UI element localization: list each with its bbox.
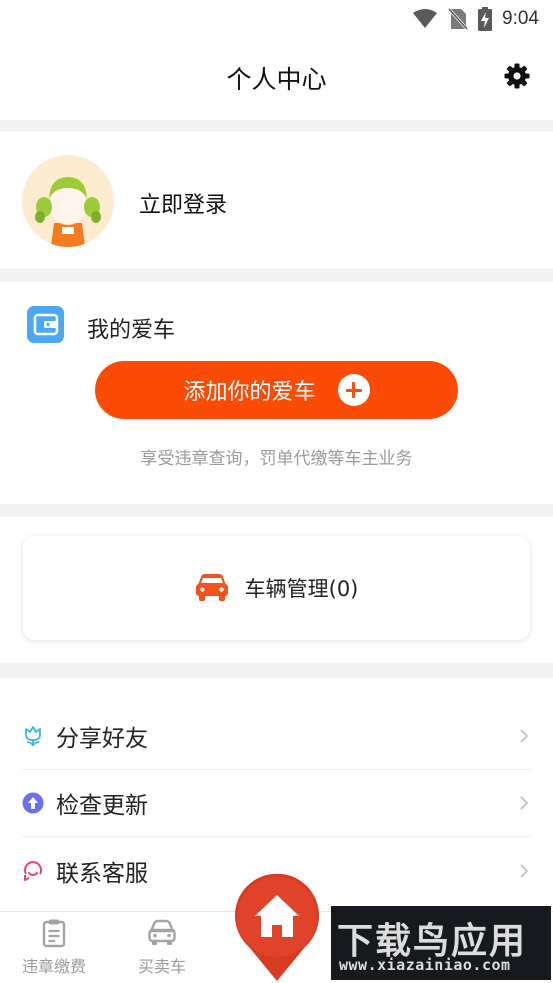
chevron-right-icon (520, 863, 529, 878)
my-car-card: 我的爱车 添加你的爱车 享受违章查询，罚单代缴等车主业务 (0, 282, 553, 504)
vehicle-management-button[interactable]: 车辆管理(0) (23, 536, 530, 640)
menu-label-share: 分享好友 (56, 726, 148, 752)
menu-label-check-update: 检查更新 (56, 793, 148, 819)
avatar[interactable] (22, 155, 114, 247)
wallet-icon (27, 306, 64, 343)
tab-violation-payment[interactable]: 违章缴费 (9, 912, 99, 983)
status-icons: 9:04 (412, 6, 539, 32)
vehicle-management-label: 车辆管理(0) (244, 577, 359, 601)
home-icon[interactable] (231, 871, 323, 983)
car-icon (195, 574, 228, 601)
tab-label-buy-sell-car: 买卖车 (137, 957, 186, 976)
vehicle-management-section: 车辆管理(0) (0, 517, 553, 663)
tab-buy-sell-car[interactable]: 买卖车 (117, 912, 207, 983)
watermark-url: www.xiazainiao.com (339, 956, 511, 974)
menu-item-share[interactable]: 分享好友 (22, 703, 531, 770)
gear-icon[interactable] (503, 62, 531, 90)
status-time: 9:04 (502, 8, 539, 29)
status-bar: 9:04 (0, 0, 553, 40)
battery-charging-icon (478, 7, 493, 31)
chevron-right-icon (520, 796, 529, 810)
menu-item-check-update[interactable]: 检查更新 (22, 770, 531, 837)
plus-circle-icon (337, 374, 370, 406)
headset-smile-icon (22, 860, 44, 882)
avatar-illustration (35, 177, 101, 247)
clipboard-icon (42, 919, 66, 948)
no-sim-icon (448, 7, 469, 31)
my-car-title: 我的爱车 (87, 318, 176, 343)
login-link[interactable]: 立即登录 (139, 187, 227, 219)
my-car-hint: 享受违章查询，罚单代缴等车主业务 (140, 449, 413, 469)
add-car-button[interactable]: 添加你的爱车 (95, 361, 458, 419)
car-front-icon (148, 919, 176, 945)
tab-label-violation-payment: 违章缴费 (21, 957, 86, 976)
upload-circle-icon (22, 792, 44, 814)
wifi-icon (413, 9, 438, 28)
header: 个人中心 (0, 40, 553, 120)
tulip-icon (22, 725, 44, 747)
page-title: 个人中心 (226, 65, 327, 94)
add-car-label: 添加你的爱车 (183, 380, 316, 405)
watermark-logo: 下载鸟应用 www.xiazainiao.com (331, 906, 551, 980)
profile-card[interactable]: 立即登录 (0, 131, 553, 269)
chevron-right-icon (520, 729, 529, 743)
